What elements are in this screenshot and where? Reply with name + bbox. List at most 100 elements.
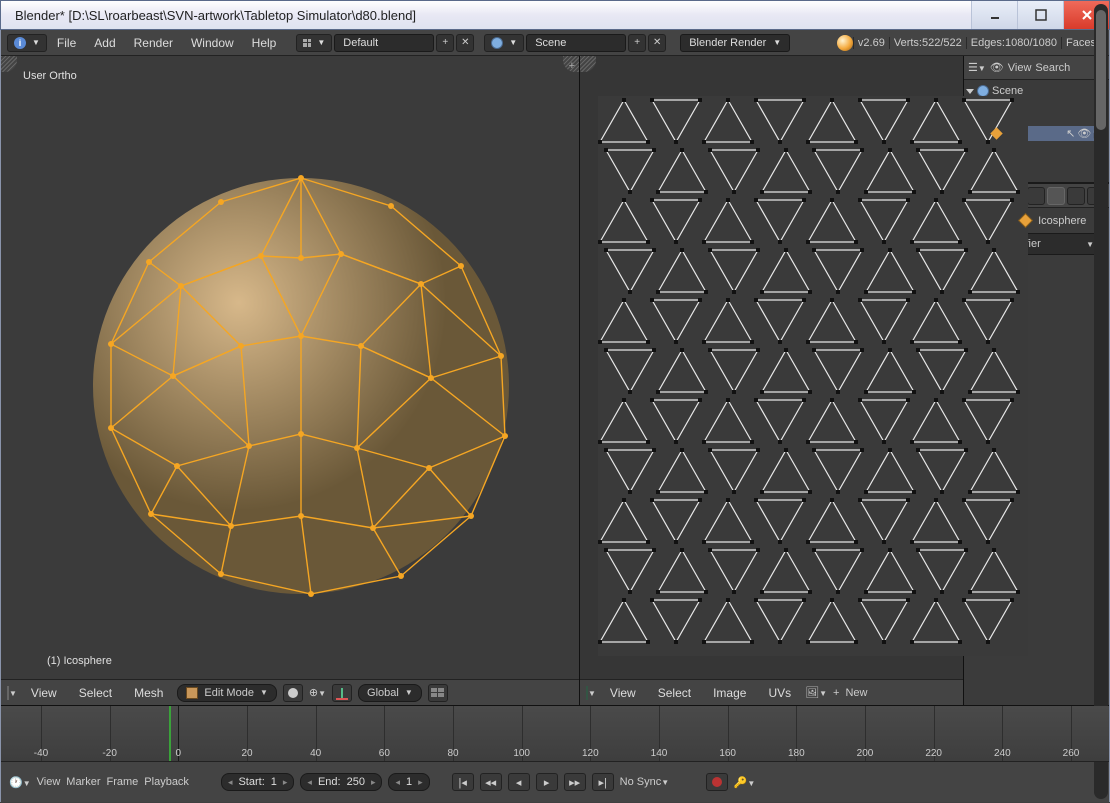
sync-dropdown[interactable]: No Sync▼ <box>620 776 700 788</box>
3dview-menu-select[interactable]: Select <box>71 683 120 703</box>
uv-image-editor[interactable]: ▼ View Select Image UVs 🖼▼ + New <box>580 56 964 705</box>
timeline-tick-label: 180 <box>788 748 805 759</box>
auto-keyframe-toggle[interactable] <box>706 773 728 791</box>
screen-layout-field[interactable]: Default <box>334 34 434 52</box>
3dview-editor-type[interactable]: ▼ <box>7 687 17 699</box>
uv-new-button[interactable]: New <box>845 687 905 699</box>
maximize-button[interactable] <box>1017 1 1063 29</box>
blender-logo-icon <box>837 35 853 51</box>
timeline-menu-view[interactable]: View <box>37 776 61 788</box>
scene-remove-button[interactable]: ✕ <box>648 34 666 52</box>
eye-icon[interactable]: 👁 <box>990 61 1004 74</box>
3dview-menu-view[interactable]: View <box>23 683 65 703</box>
timeline-tick-label: 60 <box>379 748 390 759</box>
minimize-button[interactable] <box>971 1 1017 29</box>
start-frame-field[interactable]: ◂Start: 1▸ <box>221 773 294 791</box>
3d-viewport[interactable]: + User Ortho (1) Icosphere <box>1 56 580 705</box>
outliner-header: ☰▼ 👁 View Search <box>964 56 1109 80</box>
uv-menu-select[interactable]: Select <box>650 683 699 703</box>
outliner-menu-view[interactable]: View <box>1008 62 1032 74</box>
record-icon <box>712 777 722 787</box>
edit-mode-icon <box>186 687 198 699</box>
menu-help[interactable]: Help <box>244 33 285 53</box>
uv-image-add[interactable]: + <box>833 687 839 699</box>
scene-field[interactable]: Scene <box>526 34 626 52</box>
keyframe-next-button[interactable]: ▸▸ <box>564 773 586 791</box>
eye-icon[interactable]: 👁 <box>1077 127 1091 140</box>
object-name-label[interactable]: Icosphere <box>1038 215 1086 227</box>
info-header: i ▼ File Add Render Window Help ▼ Defaul… <box>1 30 1109 56</box>
timeline-tick-label: 140 <box>651 748 668 759</box>
layout-remove-button[interactable]: ✕ <box>456 34 474 52</box>
uv-menu-uvs[interactable]: UVs <box>760 683 799 703</box>
screen-layout-browse[interactable]: ▼ <box>296 34 332 52</box>
jump-start-button[interactable]: |◂ <box>452 773 474 791</box>
uv-editor-type[interactable]: ▼ <box>586 687 596 699</box>
window-titlebar[interactable]: Blender* [D:\SL\roarbeast\SVN-artwork\Ta… <box>0 0 1110 30</box>
menu-add[interactable]: Add <box>86 33 123 53</box>
menu-file[interactable]: File <box>49 33 84 53</box>
scene-browse[interactable]: ▼ <box>484 34 524 52</box>
layers-button[interactable] <box>428 684 448 702</box>
orientation-dropdown[interactable]: Global▼ <box>358 684 422 702</box>
mode-dropdown[interactable]: Edit Mode▼ <box>177 684 276 702</box>
timeline-tick-label: 260 <box>1063 748 1080 759</box>
manipulator-toggle[interactable] <box>332 684 352 702</box>
uv-menu-image[interactable]: Image <box>705 683 754 703</box>
timeline-tick-label: -40 <box>34 748 48 759</box>
timeline-tick-label: 40 <box>310 748 321 759</box>
menu-window[interactable]: Window <box>183 33 242 53</box>
picture-icon: 🖼 <box>805 687 819 699</box>
pivot-dropdown[interactable]: ⊕▼ <box>309 686 326 699</box>
shading-dropdown[interactable] <box>283 684 303 702</box>
timeline-tick-label: 200 <box>857 748 874 759</box>
outliner-editor-type[interactable]: ☰▼ <box>968 61 986 74</box>
timeline-cursor[interactable] <box>169 706 171 761</box>
properties-scrollbar[interactable] <box>1094 4 1108 799</box>
header-stats: v2.69 Verts:522/522 Edges:1080/1080 Face… <box>837 35 1103 51</box>
scene-add-button[interactable]: + <box>628 34 646 52</box>
play-button[interactable]: ▸ <box>536 773 558 791</box>
timeline-menu-frame[interactable]: Frame <box>107 776 139 788</box>
timeline-tick-label: -20 <box>102 748 116 759</box>
timeline-menu-playback[interactable]: Playback <box>144 776 189 788</box>
render-engine-dropdown[interactable]: Blender Render▼ <box>680 34 790 52</box>
window-title: Blender* [D:\SL\roarbeast\SVN-artwork\Ta… <box>15 8 971 23</box>
timeline-area: -40-200204060801001201401601802002202402… <box>1 705 1109 801</box>
prop-tab-data[interactable] <box>1067 187 1085 205</box>
stat-version: v2.69 <box>853 37 889 49</box>
timeline-tick-label: 120 <box>582 748 599 759</box>
timeline-editor-type[interactable]: 🕐▼ <box>9 776 31 789</box>
jump-end-button[interactable]: ▸| <box>592 773 614 791</box>
play-reverse-button[interactable]: ◂ <box>508 773 530 791</box>
expand-icon[interactable]: + <box>569 60 575 72</box>
timeline-tick-label: 20 <box>241 748 252 759</box>
end-frame-field[interactable]: ◂End: 250▸ <box>300 773 382 791</box>
area-corner-handle[interactable] <box>580 56 596 72</box>
clock-icon: 🕐 <box>9 777 23 789</box>
layout-add-button[interactable]: + <box>436 34 454 52</box>
active-object-label: (1) Icosphere <box>47 655 112 667</box>
timeline-menu-marker[interactable]: Marker <box>66 776 100 788</box>
outliner-menu-search[interactable]: Search <box>1035 62 1070 74</box>
keying-set-dropdown[interactable]: 🔑▼ <box>734 776 756 789</box>
cursor-icon[interactable]: ↖ <box>1066 127 1075 140</box>
keyframe-prev-button[interactable]: ◂◂ <box>480 773 502 791</box>
uv-layout <box>598 96 1028 656</box>
uv-menu-view[interactable]: View <box>602 683 644 703</box>
scene-icon <box>491 37 503 49</box>
uv-image-browse[interactable]: 🖼▼ <box>805 686 827 699</box>
3dview-header: ▼ View Select Mesh Edit Mode▼ ⊕▼ Global▼ <box>1 679 579 705</box>
editor-type-dropdown[interactable]: i ▼ <box>7 34 47 52</box>
prop-tab-object[interactable] <box>1027 187 1045 205</box>
menu-render[interactable]: Render <box>126 33 181 53</box>
timeline-tick-label: 100 <box>513 748 530 759</box>
list-icon: ☰ <box>968 62 978 74</box>
prop-tab-modifiers[interactable] <box>1047 187 1065 205</box>
timeline-header: 🕐▼ View Marker Frame Playback ◂Start: 1▸… <box>1 762 1109 802</box>
timeline-ruler[interactable]: -40-200204060801001201401601802002202402… <box>1 706 1109 762</box>
timeline-tick-label: 220 <box>925 748 942 759</box>
current-frame-field[interactable]: ◂1▸ <box>388 773 429 791</box>
icosphere-mesh <box>81 166 521 606</box>
3dview-menu-mesh[interactable]: Mesh <box>126 683 171 703</box>
